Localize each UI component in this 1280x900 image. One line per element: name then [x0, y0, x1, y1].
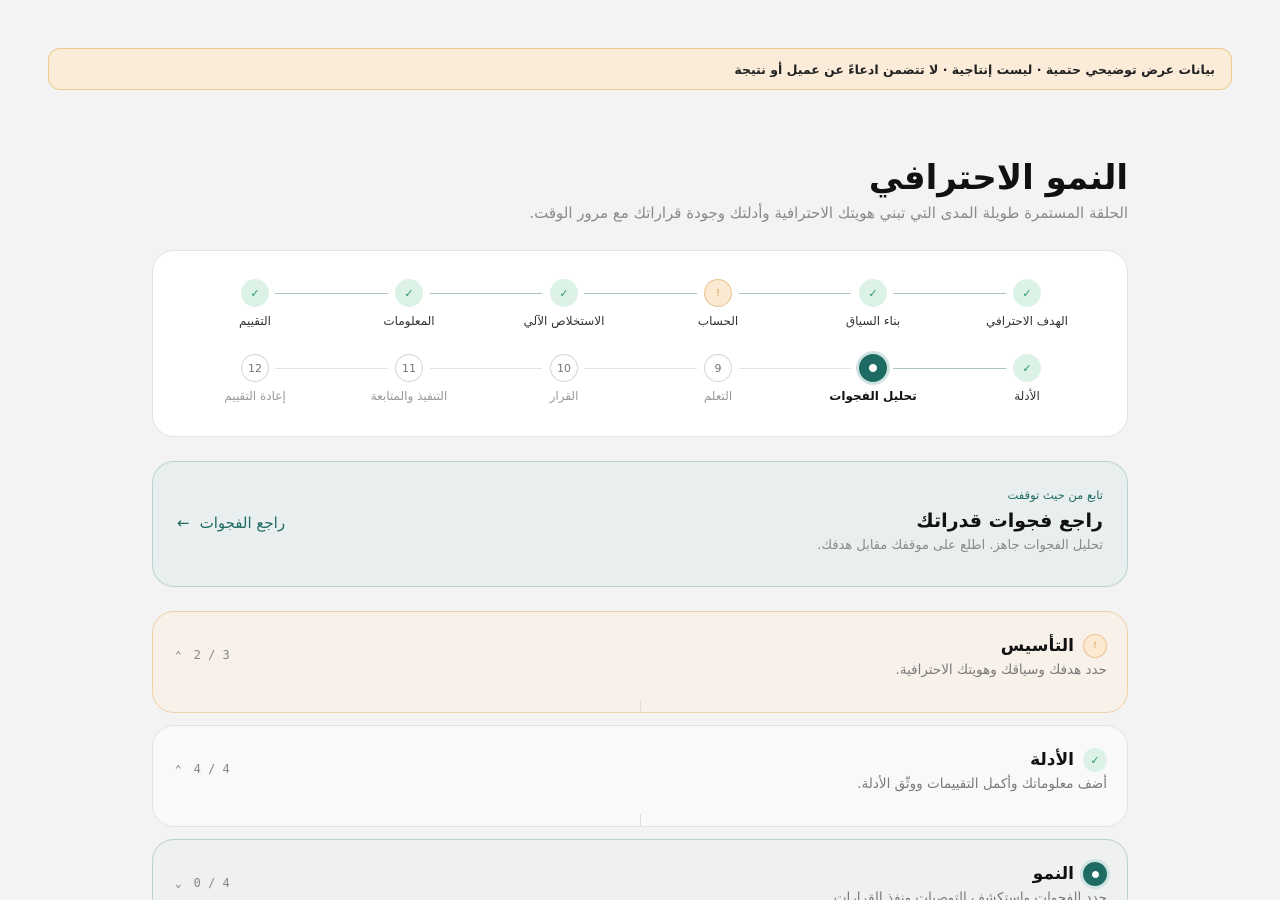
phase-description: حدد هدفك وسياقك وهويتك الاحترافية. [895, 662, 1107, 678]
step-auto-extraction[interactable]: ✓ الاستخلاص الآلي [484, 279, 644, 328]
arrow-left-icon: ← [177, 514, 190, 532]
check-icon: ✓ [1013, 279, 1041, 307]
step-number: 11 [395, 354, 423, 382]
phase-count: 4 / 4 [193, 762, 230, 776]
phase-growth[interactable]: النمو حدد الفجوات واستكشف التوصيات ونفذ … [152, 839, 1128, 900]
step-label: الهدف الاحترافي [986, 314, 1068, 328]
banner-text: بيانات عرض توضيحي حتمية · ليست إنتاجية ·… [734, 61, 1215, 77]
divider [640, 700, 641, 712]
step-number: 10 [550, 354, 578, 382]
step-connector [893, 293, 1006, 294]
review-gaps-link[interactable]: راجع الفجوات ← [177, 514, 285, 532]
phase-count: 2 / 3 [193, 648, 230, 662]
current-phase-icon [1083, 862, 1107, 886]
chevron-up-icon[interactable]: ⌃ [175, 649, 182, 662]
step-execution-followup[interactable]: 11 التنفيذ والمتابعة [329, 354, 489, 403]
step-label: إعادة التقييم [224, 389, 286, 403]
phase-description: أضف معلوماتك وأكمل التقييمات ووثّق الأدل… [857, 776, 1107, 792]
step-reassessment[interactable]: 12 إعادة التقييم [175, 354, 335, 403]
phase-description: حدد الفجوات واستكشف التوصيات ونفذ القرار… [829, 890, 1108, 900]
continue-eyebrow: تابع من حيث توقفت [1007, 488, 1103, 502]
step-connector [430, 293, 542, 294]
step-label: التعلم [703, 389, 733, 403]
step-account[interactable]: ! الحساب [638, 279, 798, 328]
step-connector [739, 293, 851, 294]
step-assessment[interactable]: ✓ التقييم [175, 279, 335, 328]
chevron-up-icon[interactable]: ⌃ [175, 763, 182, 776]
phase-progress: ⌄ 0 / 4 [175, 876, 230, 890]
step-context-building[interactable]: ✓ بناء السياق [793, 279, 953, 328]
phase-count: 0 / 4 [193, 876, 230, 890]
step-connector [430, 368, 542, 369]
phase-title: التأسيس [1000, 636, 1074, 656]
check-icon: ✓ [241, 279, 269, 307]
check-icon: ✓ [1083, 748, 1107, 772]
continue-description: تحليل الفجوات جاهز. اطلع على موقفك مقابل… [817, 538, 1103, 553]
phase-progress: ⌃ 4 / 4 [175, 762, 230, 776]
page-header: النمو الاحترافي الحلقة المستمرة طويلة ال… [428, 156, 1128, 222]
check-icon: ✓ [395, 279, 423, 307]
step-number: 12 [241, 354, 269, 382]
chevron-down-icon[interactable]: ⌄ [175, 877, 182, 890]
step-connector [275, 368, 388, 369]
step-label: الاستخلاص الآلي [523, 314, 605, 328]
review-gaps-label: راجع الفجوات [199, 514, 286, 532]
step-professional-goal[interactable]: ✓ الهدف الاحترافي [947, 279, 1107, 328]
step-connector [275, 293, 388, 294]
step-connector [739, 368, 851, 369]
phase-foundation[interactable]: ! التأسيس حدد هدفك وسياقك وهويتك الاحترا… [152, 611, 1128, 713]
step-label: تحليل الفجوات [829, 389, 917, 403]
warning-icon: ! [704, 279, 732, 307]
step-connector [893, 368, 1006, 369]
step-label: التنفيذ والمتابعة [370, 389, 448, 403]
check-icon: ✓ [550, 279, 578, 307]
phase-progress: ⌃ 2 / 3 [175, 648, 230, 662]
divider [640, 814, 641, 826]
step-label: الأدلة [1014, 389, 1040, 403]
check-icon: ✓ [1013, 354, 1041, 382]
step-connector [584, 293, 697, 294]
current-step-icon [859, 354, 887, 382]
step-gap-analysis[interactable]: تحليل الفجوات [793, 354, 953, 403]
step-connector [584, 368, 697, 369]
step-information[interactable]: ✓ المعلومات [329, 279, 489, 328]
step-decision[interactable]: 10 القرار [484, 354, 644, 403]
step-label: المعلومات [383, 314, 435, 328]
phase-title: النمو [1032, 864, 1074, 884]
phase-title: الأدلة [1030, 750, 1074, 770]
step-evidence[interactable]: ✓ الأدلة [947, 354, 1107, 403]
step-label: التقييم [239, 314, 271, 328]
continue-card: تابع من حيث توقفت راجع فجوات قدراتك تحلي… [152, 461, 1128, 587]
step-number: 9 [704, 354, 732, 382]
step-label: القرار [549, 389, 579, 403]
journey-stepper: ✓ الهدف الاحترافي ✓ بناء السياق ! الحساب… [152, 250, 1128, 437]
page-subtitle: الحلقة المستمرة طويلة المدى التي تبني هو… [529, 204, 1128, 222]
phase-evidence[interactable]: ✓ الأدلة أضف معلوماتك وأكمل التقييمات وو… [152, 725, 1128, 827]
warning-icon: ! [1083, 634, 1107, 658]
page-title: النمو الاحترافي [868, 158, 1128, 198]
continue-title: راجع فجوات قدراتك [916, 510, 1103, 532]
step-label: بناء السياق [845, 314, 901, 328]
check-icon: ✓ [859, 279, 887, 307]
demo-data-banner: بيانات عرض توضيحي حتمية · ليست إنتاجية ·… [48, 48, 1232, 90]
step-learning[interactable]: 9 التعلم [638, 354, 798, 403]
step-label: الحساب [697, 314, 739, 328]
